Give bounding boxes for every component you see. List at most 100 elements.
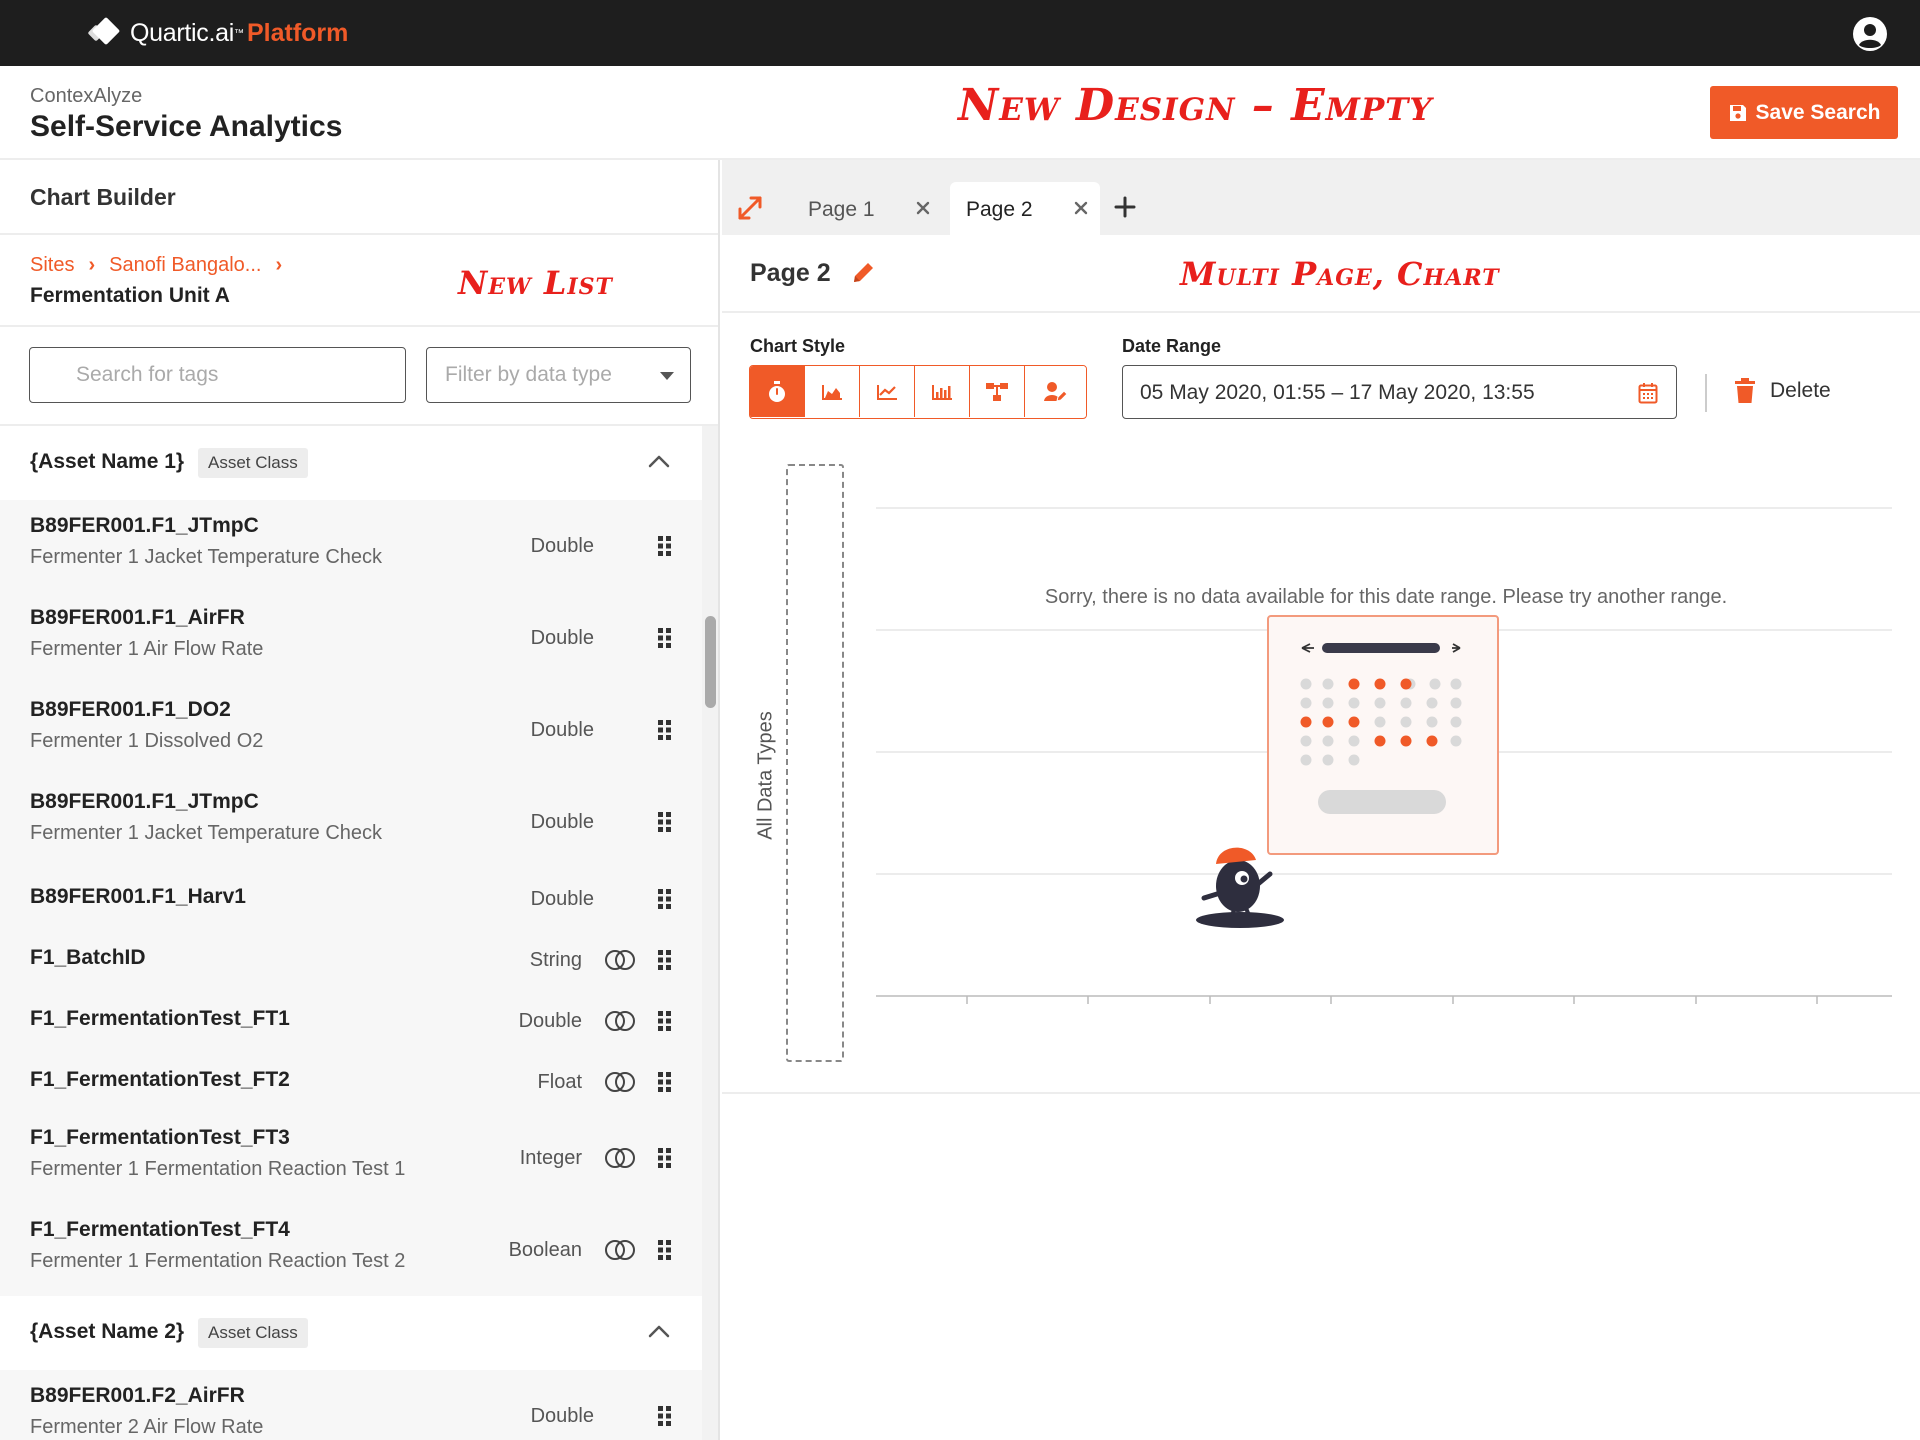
multi-page-annotation: Multi Page, Chart bbox=[1180, 255, 1500, 293]
asset-group-header[interactable]: {Asset Name 2} Asset Class bbox=[0, 1296, 702, 1370]
line-chart-icon bbox=[877, 384, 897, 400]
tag-description: Fermenter 1 Jacket Temperature Check bbox=[30, 546, 383, 568]
date-range-label: Date Range bbox=[1122, 336, 1222, 356]
asset-class-badge: Asset Class bbox=[198, 448, 308, 478]
linked-rings-icon[interactable] bbox=[604, 1071, 636, 1093]
divider bbox=[0, 325, 718, 327]
chevron-up-icon[interactable] bbox=[648, 454, 670, 468]
tag-name: F1_FermentationTest_FT4 bbox=[30, 1218, 290, 1241]
filter-placeholder: Filter by data type bbox=[445, 363, 612, 386]
drag-handle-icon[interactable] bbox=[658, 812, 672, 832]
date-range-picker[interactable]: 05 May 2020, 01:55 – 17 May 2020, 13:55 bbox=[1122, 365, 1677, 419]
x-axis-ticks bbox=[966, 996, 1818, 1004]
tag-list-item[interactable]: F1_FermentationTest_FT1 Double bbox=[0, 990, 702, 1051]
tag-list-item[interactable]: F1_FermentationTest_FT4 Fermenter 1 Ferme… bbox=[0, 1204, 702, 1296]
delete-chart-button[interactable]: Delete bbox=[1734, 378, 1831, 404]
chart-style-timer[interactable] bbox=[750, 366, 805, 417]
tag-data-type: Double bbox=[530, 535, 594, 557]
page-tabs-bar: Page 1 Page 2 bbox=[722, 160, 1920, 235]
close-icon[interactable] bbox=[1074, 201, 1088, 215]
search-tags-input[interactable] bbox=[29, 347, 406, 403]
area-chart-icon bbox=[822, 384, 842, 400]
empty-state-message: Sorry, there is no data available for th… bbox=[1044, 586, 1728, 608]
drag-handle-icon[interactable] bbox=[658, 1011, 672, 1031]
tag-name: F1_FermentationTest_FT1 bbox=[30, 1007, 290, 1030]
drag-handle-icon[interactable] bbox=[658, 1240, 672, 1260]
user-edit-icon bbox=[1043, 381, 1068, 402]
save-search-button[interactable]: Save Search bbox=[1710, 86, 1898, 139]
chevron-up-icon[interactable] bbox=[648, 1324, 670, 1338]
page-title: Self-Service Analytics bbox=[30, 110, 343, 143]
tag-list-item[interactable]: F1_FermentationTest_FT3 Fermenter 1 Ferme… bbox=[0, 1112, 702, 1204]
tag-list-item[interactable]: B89FER001.F1_JTmpC Fermenter 1 Jacket Tem… bbox=[0, 500, 702, 592]
chart-style-user[interactable] bbox=[1025, 366, 1086, 417]
drag-handle-icon[interactable] bbox=[658, 1072, 672, 1092]
chart-style-label: Chart Style bbox=[750, 336, 846, 356]
scrollbar-track[interactable] bbox=[702, 426, 718, 1440]
y-axis-drop-zone[interactable] bbox=[786, 464, 844, 1062]
drag-handle-icon[interactable] bbox=[658, 1148, 672, 1168]
asset-group-name: {Asset Name 1} bbox=[30, 450, 185, 473]
tag-list-item[interactable]: B89FER001.F1_JTmpC Fermenter 1 Jacket Tem… bbox=[0, 776, 702, 868]
tag-data-type: Double bbox=[530, 1405, 594, 1427]
page-title-bar: Page 2 Multi Page, Chart bbox=[722, 235, 1920, 313]
tag-name: B89FER001.F1_JTmpC bbox=[30, 790, 259, 813]
tag-name: B89FER001.F1_DO2 bbox=[30, 698, 231, 721]
divider bbox=[1705, 374, 1707, 412]
tag-name: F1_FermentationTest_FT3 bbox=[30, 1126, 290, 1149]
empty-calendar-illustration bbox=[1267, 615, 1499, 855]
tag-name: B89FER001.F1_Harv1 bbox=[30, 885, 246, 908]
tab-label: Page 1 bbox=[808, 198, 875, 221]
user-circle-icon[interactable] bbox=[1852, 16, 1888, 52]
drag-handle-icon[interactable] bbox=[658, 720, 672, 740]
linked-rings-icon[interactable] bbox=[604, 1010, 636, 1032]
tag-data-type: Boolean bbox=[508, 1239, 582, 1261]
tag-name: B89FER001.F1_AirFR bbox=[30, 606, 245, 629]
brand-logo[interactable]: Quartic.ai ™ Platform bbox=[86, 15, 348, 51]
add-page-icon[interactable] bbox=[1114, 196, 1136, 218]
flow-chart-icon bbox=[986, 382, 1008, 401]
chevron-right-icon: › bbox=[88, 254, 96, 276]
linked-rings-icon[interactable] bbox=[604, 949, 636, 971]
breadcrumb-sites[interactable]: Sites bbox=[30, 254, 74, 277]
drag-handle-icon[interactable] bbox=[658, 950, 672, 970]
tab-page-2[interactable]: Page 2 bbox=[950, 182, 1100, 235]
app-name: ContexAlyze bbox=[30, 85, 143, 107]
chart-style-toggle-group bbox=[749, 365, 1087, 419]
trash-icon bbox=[1735, 378, 1755, 403]
tag-data-type: Double bbox=[530, 719, 594, 741]
drag-handle-icon[interactable] bbox=[658, 889, 672, 909]
close-icon[interactable] bbox=[916, 201, 930, 215]
chart-style-flow[interactable] bbox=[970, 366, 1025, 417]
tag-list-item[interactable]: F1_FermentationTest_FT2 Float bbox=[0, 1051, 702, 1112]
tag-list-item[interactable]: F1_BatchID String bbox=[0, 929, 702, 990]
drag-handle-icon[interactable] bbox=[658, 536, 672, 556]
drag-handle-icon[interactable] bbox=[658, 1406, 672, 1426]
page-name: Page 2 bbox=[750, 259, 831, 287]
linked-rings-icon[interactable] bbox=[604, 1239, 636, 1261]
tag-list-item[interactable]: B89FER001.F1_AirFR Fermenter 1 Air Flow R… bbox=[0, 592, 702, 684]
asset-class-badge: Asset Class bbox=[198, 1318, 308, 1348]
tag-list-item[interactable]: B89FER001.F1_DO2 Fermenter 1 Dissolved O2… bbox=[0, 684, 702, 776]
chart-style-line[interactable] bbox=[860, 366, 915, 417]
tag-name: F1_FermentationTest_FT2 bbox=[30, 1068, 290, 1091]
tag-list: {Asset Name 1} Asset Class B89FER001.F1_JT… bbox=[0, 426, 702, 1440]
tag-list-item[interactable]: B89FER001.F1_Harv1 Double bbox=[0, 868, 702, 929]
tag-list-item[interactable]: B89FER001.F2_AirFR Fermenter 2 Air Flow R… bbox=[0, 1370, 702, 1440]
chart-style-bar[interactable] bbox=[915, 366, 970, 417]
chart-style-area[interactable] bbox=[805, 366, 860, 417]
data-type-filter-select[interactable]: Filter by data type bbox=[426, 347, 691, 403]
delete-label: Delete bbox=[1770, 379, 1831, 402]
chart-workspace: Page 1 Page 2 Page 2 Multi Page, Chart C… bbox=[722, 160, 1920, 1440]
calendar-icon[interactable] bbox=[1638, 382, 1658, 404]
tag-name: F1_BatchID bbox=[30, 946, 146, 969]
scrollbar-thumb[interactable] bbox=[705, 616, 716, 708]
asset-group-header[interactable]: {Asset Name 1} Asset Class bbox=[0, 426, 702, 500]
linked-rings-icon[interactable] bbox=[604, 1147, 636, 1169]
quartic-logo-icon bbox=[88, 17, 120, 45]
drag-handle-icon[interactable] bbox=[658, 628, 672, 648]
tab-page-1[interactable]: Page 1 bbox=[792, 182, 942, 235]
pencil-icon[interactable] bbox=[850, 260, 876, 286]
breadcrumb-site[interactable]: Sanofi Bangalo... bbox=[109, 254, 261, 277]
expand-icon[interactable] bbox=[736, 194, 764, 222]
